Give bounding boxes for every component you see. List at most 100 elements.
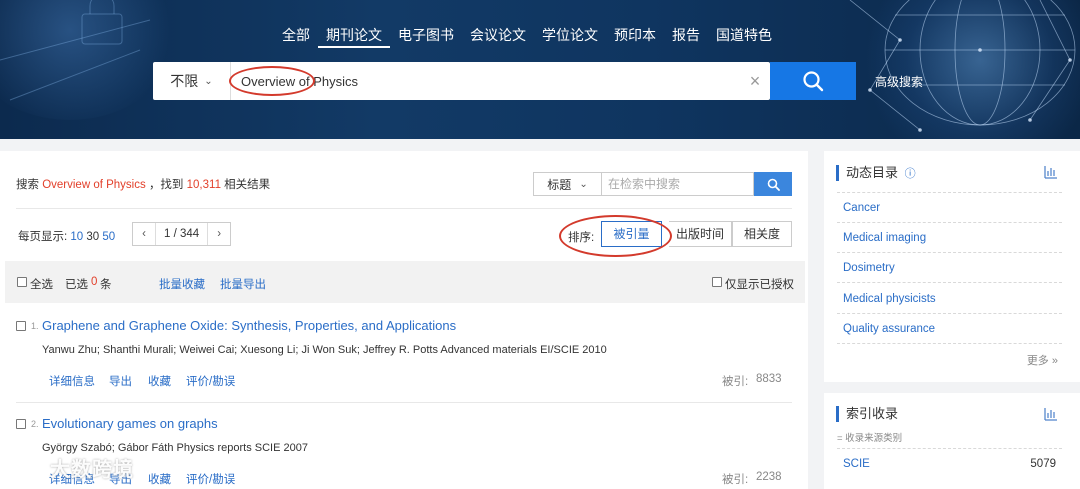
result-title-link[interactable]: Graphene and Graphene Oxide: Synthesis, … [42, 318, 456, 333]
sort-by-relevance-button[interactable]: 相关度 [732, 221, 792, 247]
results-panel: 搜索 Overview of Physics ，找到 10,311 相关结果 标… [0, 151, 808, 489]
chevron-down-icon: ⌄ [579, 178, 588, 190]
catalog-item-cancer[interactable]: Cancer [843, 202, 880, 214]
search-button[interactable] [770, 62, 856, 100]
result-authors: Yanwu Zhu; Shanthi Murali; Weiwei Cai; X… [42, 344, 607, 356]
lock-network-decoration [0, 0, 151, 101]
tab-journal-papers[interactable]: 期刊论文 [318, 26, 390, 48]
watermark-logo-icon [9, 460, 42, 475]
divider [16, 402, 792, 403]
select-all-checkbox[interactable] [17, 277, 27, 287]
authorized-only-label: 仅显示已授权 [725, 279, 794, 291]
detail-link[interactable]: 详细信息 [49, 373, 95, 389]
more-link[interactable]: 更多 » [1027, 352, 1058, 368]
annotation-oval-sort [559, 215, 672, 257]
divider [837, 282, 1062, 283]
summary-prefix: 搜索 [16, 179, 39, 191]
prev-page-button[interactable]: ‹ [133, 223, 155, 245]
result-summary: 搜索 Overview of Physics ，找到 10,311 相关结果 [16, 176, 270, 192]
divider [837, 343, 1062, 344]
selected-prefix: 已选 [65, 279, 88, 291]
annotation-oval-query [229, 66, 315, 96]
index-coverage-subtitle: = 收录来源类别 [837, 433, 903, 444]
divider [837, 252, 1062, 253]
tab-ebooks[interactable]: 电子图书 [390, 26, 462, 48]
cite-label: 被引: [722, 474, 749, 486]
catalog-item-quality-assurance[interactable]: Quality assurance [843, 323, 935, 335]
export-link[interactable]: 导出 [109, 373, 132, 389]
per-page-30[interactable]: 30 [86, 231, 99, 243]
next-page-button[interactable]: › [208, 223, 230, 245]
chevron-down-icon: ⌄ [204, 75, 213, 87]
batch-toolbar: 全选 已选 0 条 批量收藏 批量导出 仅显示已授权 [5, 261, 805, 303]
index-item-scie[interactable]: SCIE [843, 458, 870, 470]
divider [837, 448, 1062, 449]
header-banner: 全部 期刊论文 电子图书 会议论文 学位论文 预印本 报告 国道特色 不限 ⌄ … [0, 0, 1080, 139]
batch-collect-link[interactable]: 批量收藏 [159, 276, 205, 292]
watermark-text: 大数跨境 [50, 459, 134, 481]
dynamic-catalog-card: 动态目录 ⓘ Cancer Medical imaging Dosimetry … [824, 151, 1080, 382]
divider [837, 192, 1062, 193]
dynamic-catalog-title: 动态目录 [846, 165, 899, 180]
catalog-item-dosimetry[interactable]: Dosimetry [843, 262, 895, 274]
more-label: 更多 [1026, 355, 1049, 367]
tab-preprints[interactable]: 预印本 [606, 26, 664, 48]
search-icon [803, 71, 824, 92]
card-title: 动态目录 ⓘ [836, 165, 916, 181]
result-checkbox[interactable] [16, 321, 26, 331]
selected-count: 0 [91, 276, 98, 288]
summary-term: Overview of Physics [42, 179, 146, 191]
authorized-only-checkbox[interactable] [712, 277, 722, 287]
per-page-label: 每页显示: [18, 231, 68, 243]
index-coverage-card: 索引收录 = 收录来源类别 SCIE 5079 [824, 393, 1080, 489]
tab-featured[interactable]: 国道特色 [708, 26, 780, 48]
summary-suffix: 相关结果 [224, 179, 271, 191]
index-item-count: 5079 [1030, 458, 1056, 470]
select-all-label: 全选 [30, 279, 53, 291]
tab-conference-papers[interactable]: 会议论文 [462, 26, 534, 48]
batch-export-link[interactable]: 批量导出 [220, 276, 266, 292]
summary-mid: ，找到 [148, 179, 184, 191]
per-page-control: 每页显示: 10 30 50 [18, 228, 115, 244]
selected-suffix: 条 [100, 279, 112, 291]
collect-link[interactable]: 收藏 [148, 373, 171, 389]
result-number: 1. [31, 321, 39, 331]
sort-by-date-button[interactable]: 出版时间 [669, 221, 732, 247]
result-title-link[interactable]: Evolutionary games on graphs [42, 416, 218, 431]
collect-link[interactable]: 收藏 [148, 471, 171, 487]
info-icon[interactable]: ⓘ [905, 168, 916, 180]
in-search-input[interactable]: 在检索中搜索 [601, 172, 754, 196]
cite-count: 8833 [756, 373, 782, 385]
page-info: 1 / 344 [155, 223, 209, 245]
bar-chart-icon[interactable] [1044, 165, 1058, 179]
per-page-50[interactable]: 50 [102, 231, 115, 243]
pager: ‹ 1 / 344 › [132, 222, 232, 246]
divider [837, 222, 1062, 223]
search-scope-select[interactable]: 不限 ⌄ [153, 62, 231, 100]
review-link[interactable]: 评价/勘误 [186, 471, 235, 487]
double-chevron-down-icon: » [1051, 355, 1058, 367]
summary-count: 10,311 [186, 179, 221, 191]
globe-network-decoration [849, 0, 1076, 132]
result-checkbox[interactable] [16, 419, 26, 429]
search-scope-value: 不限 [170, 73, 199, 89]
watermark: 大数跨境 [8, 453, 134, 482]
catalog-item-medical-imaging[interactable]: Medical imaging [843, 232, 926, 244]
in-search-field-select[interactable]: 标题 ⌄ [533, 172, 601, 196]
in-search-field-value: 标题 [547, 177, 572, 192]
divider [16, 208, 792, 209]
per-page-10[interactable]: 10 [70, 231, 83, 243]
tab-reports[interactable]: 报告 [664, 26, 708, 48]
in-search-button[interactable] [754, 172, 792, 196]
index-coverage-title: 索引收录 [836, 406, 898, 422]
review-link[interactable]: 评价/勘误 [186, 373, 235, 389]
advanced-search-link[interactable]: 高级搜索 [875, 73, 923, 90]
divider [837, 313, 1062, 314]
result-number: 2. [31, 419, 39, 429]
tab-theses[interactable]: 学位论文 [534, 26, 606, 48]
bar-chart-icon[interactable] [1044, 407, 1058, 421]
tab-all[interactable]: 全部 [274, 26, 318, 48]
clear-icon[interactable]: × [740, 71, 770, 92]
category-tabs: 全部 期刊论文 电子图书 会议论文 学位论文 预印本 报告 国道特色 [274, 26, 780, 48]
catalog-item-medical-physicists[interactable]: Medical physicists [843, 293, 936, 305]
